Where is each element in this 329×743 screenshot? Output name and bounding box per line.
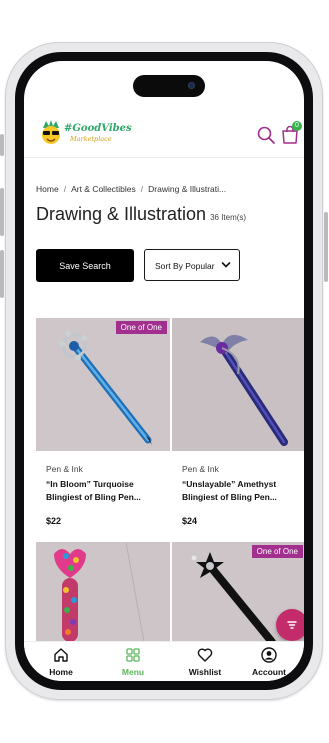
nav-item-wishlist[interactable]: Wishlist bbox=[170, 642, 240, 681]
nav-label: Menu bbox=[121, 667, 145, 677]
nav-item-account[interactable]: Account bbox=[234, 642, 304, 681]
pen-image-icon bbox=[36, 318, 170, 451]
breadcrumb-category[interactable]: Art & Collectibles bbox=[71, 184, 136, 194]
cart-count-badge: 0 bbox=[292, 121, 302, 131]
home-icon bbox=[54, 648, 68, 662]
nav-item-home[interactable]: Home bbox=[26, 642, 96, 681]
bottom-nav: Home Menu Wishlist Account bbox=[24, 641, 304, 681]
phone-side-button bbox=[0, 250, 4, 298]
screen: #GoodVibes Marketplace 0 Home / Art & Coll… bbox=[24, 61, 304, 681]
phone-side-button bbox=[0, 188, 4, 236]
save-search-button[interactable]: Save Search bbox=[36, 249, 134, 282]
nav-label: Wishlist bbox=[188, 667, 222, 677]
search-icon[interactable] bbox=[256, 125, 276, 145]
one-of-one-badge: One of One bbox=[251, 545, 303, 558]
product-name[interactable]: “Unslayable” Amethyst Blingiest of Bling… bbox=[182, 478, 302, 504]
heart-icon bbox=[197, 648, 213, 662]
filter-icon bbox=[287, 621, 297, 629]
header-divider bbox=[24, 157, 304, 158]
title-row: Drawing & Illustration 36 Item(s) bbox=[36, 204, 246, 225]
product-price: $24 bbox=[182, 516, 198, 526]
breadcrumb-current: Drawing & Illustrati... bbox=[148, 184, 227, 194]
phone-bezel: #GoodVibes Marketplace 0 Home / Art & Coll… bbox=[15, 52, 313, 690]
breadcrumb-separator: / bbox=[140, 184, 144, 194]
logo-emoji-icon bbox=[42, 120, 60, 144]
page-title: Drawing & Illustration bbox=[36, 204, 207, 224]
product-category: Pen & Ink bbox=[46, 464, 83, 474]
pen-image-icon bbox=[172, 318, 304, 451]
account-icon bbox=[261, 647, 277, 663]
breadcrumb-separator: / bbox=[63, 184, 67, 194]
product-image[interactable]: One of One bbox=[36, 318, 170, 451]
nav-label: Account bbox=[252, 667, 286, 677]
product-category: Pen & Ink bbox=[182, 464, 219, 474]
pen-image-icon bbox=[36, 542, 170, 642]
breadcrumb-home[interactable]: Home bbox=[36, 184, 59, 194]
dynamic-island bbox=[133, 75, 205, 97]
sort-dropdown-label: Sort By Popularity bbox=[155, 260, 215, 271]
product-image[interactable] bbox=[172, 318, 304, 451]
filter-button[interactable] bbox=[276, 609, 304, 641]
phone-side-button bbox=[0, 134, 4, 156]
chevron-down-icon bbox=[221, 262, 231, 268]
product-price: $22 bbox=[46, 516, 62, 526]
grid-icon bbox=[126, 648, 140, 662]
camera-icon bbox=[188, 82, 195, 89]
site-logo[interactable]: #GoodVibes Marketplace bbox=[40, 119, 132, 149]
breadcrumb: Home / Art & Collectibles / Drawing & Illust… bbox=[36, 184, 226, 194]
header: #GoodVibes Marketplace 0 bbox=[24, 119, 304, 165]
product-name[interactable]: “In Bloom” Turquoise Blingiest of Bling … bbox=[46, 478, 166, 504]
nav-label: Home bbox=[49, 667, 73, 677]
phone-side-button bbox=[324, 212, 328, 282]
logo-text: #GoodVibes bbox=[64, 123, 132, 134]
product-image[interactable] bbox=[36, 542, 170, 642]
nav-item-menu[interactable]: Menu bbox=[98, 642, 168, 681]
one-of-one-badge: One of One bbox=[115, 321, 167, 334]
sort-dropdown[interactable]: Sort By Popularity bbox=[144, 249, 240, 281]
phone-frame: #GoodVibes Marketplace 0 Home / Art & Coll… bbox=[0, 42, 328, 700]
item-count: 36 Item(s) bbox=[210, 213, 247, 222]
logo-subtext: Marketplace bbox=[70, 135, 112, 143]
